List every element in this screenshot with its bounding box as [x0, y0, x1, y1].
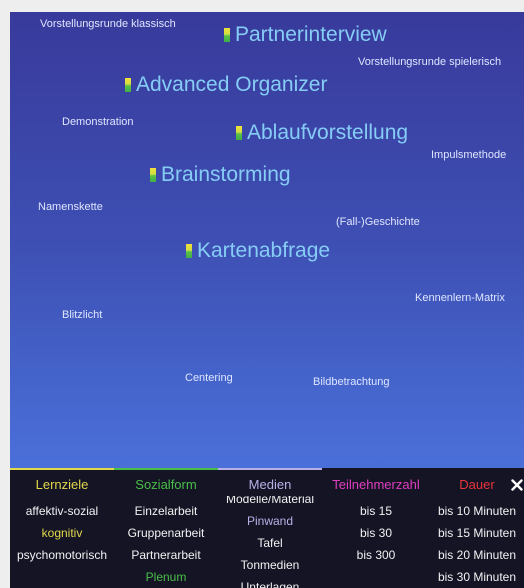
cloud-word-brainstorming[interactable]: Brainstorming — [150, 163, 291, 187]
cloud-word-kennenlern-matrix[interactable]: Kennenlern-Matrix — [415, 292, 505, 305]
filter-option[interactable]: Unterlagen — [218, 576, 322, 588]
filter-list-teilnehmerzahl[interactable]: bis 15 bis 30 bis 300 — [322, 496, 430, 588]
filter-option[interactable]: bis 15 — [322, 500, 430, 522]
cloud-word-namenskette[interactable]: Namenskette — [38, 201, 103, 214]
cloud-word-vorstellungsrunde-klassisch[interactable]: Vorstellungsrunde klassisch — [40, 18, 176, 31]
filter-option[interactable]: Plenum — [114, 566, 218, 588]
filter-option[interactable]: Gruppenarbeit — [114, 522, 218, 544]
cloud-word-vorstellungsrunde-spielerisch[interactable]: Vorstellungsrunde spielerisch — [358, 56, 501, 69]
cloud-word-bildbetrachtung[interactable]: Bildbetrachtung — [313, 376, 389, 389]
filter-column-lernziele: Lernziele affektiv-sozial kognitiv psych… — [10, 468, 114, 588]
close-button[interactable] — [511, 479, 523, 491]
filter-column-teilnehmerzahl: Teilnehmerzahl bis 15 bis 30 bis 300 — [322, 468, 430, 588]
cloud-word-fall-geschichte[interactable]: (Fall-)Geschichte — [336, 216, 420, 229]
filter-column-sozialform: Sozialform Einzelarbeit Gruppenarbeit Pa… — [114, 468, 218, 588]
filter-column-dauer: Dauer bis 10 Minuten bis 15 Minuten bis … — [430, 468, 524, 588]
filter-panel: Lernziele affektiv-sozial kognitiv psych… — [10, 468, 524, 588]
filter-option[interactable]: Tafel — [218, 532, 322, 554]
filter-option[interactable]: affektiv-sozial — [10, 500, 114, 522]
cloud-word-ablaufvorstellung[interactable]: Ablaufvorstellung — [236, 121, 408, 145]
cloud-word-label: Ablaufvorstellung — [247, 121, 409, 144]
filter-option[interactable]: bis 300 — [322, 544, 430, 566]
filter-option[interactable]: Partnerarbeit — [114, 544, 218, 566]
filter-option[interactable]: bis 15 Minuten — [430, 522, 524, 544]
cloud-word-kartenabfrage[interactable]: Kartenabfrage — [186, 239, 330, 263]
filter-option[interactable]: bis 10 Minuten — [430, 500, 524, 522]
category-bar-icon — [236, 126, 242, 140]
cloud-word-label: Brainstorming — [161, 163, 291, 186]
filter-option[interactable]: Pinwand — [218, 510, 322, 532]
filter-list-sozialform[interactable]: Einzelarbeit Gruppenarbeit Partnerarbeit… — [114, 496, 218, 588]
cloud-word-centering[interactable]: Centering — [185, 372, 233, 385]
category-bar-icon — [186, 244, 192, 258]
filter-option[interactable]: bis 20 Minuten — [430, 544, 524, 566]
cloud-word-label: Partnerinterview — [235, 23, 387, 46]
filter-option[interactable]: kognitiv — [10, 522, 114, 544]
cloud-word-partnerinterview[interactable]: Partnerinterview — [224, 23, 387, 47]
filter-option[interactable]: psychomotorisch — [10, 544, 114, 566]
cloud-word-demonstration[interactable]: Demonstration — [62, 116, 134, 129]
category-bar-icon — [150, 168, 156, 182]
filter-list-dauer[interactable]: bis 10 Minuten bis 15 Minuten bis 20 Min… — [430, 496, 524, 588]
filter-option[interactable]: Modelle/Material — [218, 496, 322, 510]
filter-option[interactable]: bis 30 Minuten — [430, 566, 524, 588]
cloud-word-label: Kartenabfrage — [197, 239, 331, 262]
filter-option[interactable]: bis 30 — [322, 522, 430, 544]
method-cloud: Vorstellungsrunde klassisch Vorstellungs… — [10, 12, 524, 588]
filter-list-lernziele[interactable]: affektiv-sozial kognitiv psychomotorisch — [10, 496, 114, 588]
cloud-word-impulsmethode[interactable]: Impulsmethode — [431, 149, 506, 162]
cloud-word-advanced-organizer[interactable]: Advanced Organizer — [125, 73, 327, 97]
filter-column-medien: Medien Modelle/Material Pinwand Tafel To… — [218, 468, 322, 588]
category-bar-icon — [224, 28, 230, 42]
filter-option[interactable]: Tonmedien — [218, 554, 322, 576]
close-icon — [511, 479, 523, 491]
filter-option[interactable]: Einzelarbeit — [114, 500, 218, 522]
cloud-word-label: Advanced Organizer — [136, 73, 328, 96]
cloud-word-blitzlicht[interactable]: Blitzlicht — [62, 309, 102, 322]
filter-list-medien[interactable]: Modelle/Material Pinwand Tafel Tonmedien… — [218, 496, 322, 588]
category-bar-icon — [125, 78, 131, 92]
